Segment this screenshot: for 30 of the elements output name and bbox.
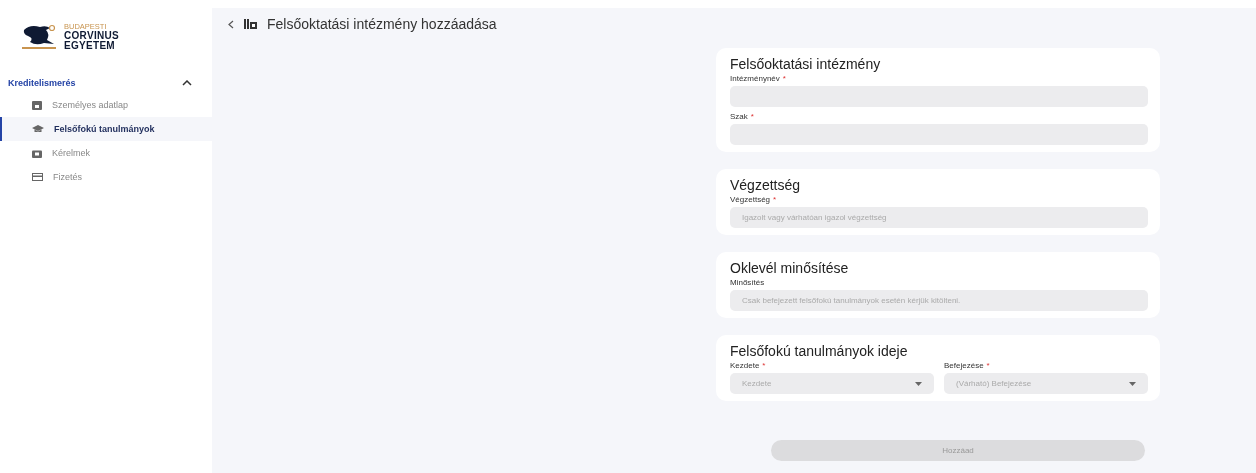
graduation-cap-icon	[32, 125, 44, 133]
logo-text: EGYETEM	[64, 40, 116, 51]
section-title: Oklevél minősítése	[730, 260, 850, 276]
section-title: Felsőoktatási intézmény	[730, 56, 882, 72]
section-title: Felsőfokú tanulmányok ideje	[730, 343, 909, 359]
back-chevron-icon	[228, 19, 234, 29]
field-label: Intézménynév	[730, 75, 780, 83]
field-label: Befejezése	[944, 362, 984, 370]
dropdown-arrow-icon	[1129, 381, 1136, 386]
field-label: Kezdete	[730, 362, 760, 370]
nav-item[interactable]: Felsőfokú tanulmányok	[0, 117, 212, 141]
required-mark: *	[986, 362, 990, 370]
back-button[interactable]	[228, 19, 234, 29]
required-mark: *	[782, 75, 786, 83]
briefcase-icon	[32, 148, 42, 158]
required-mark: *	[762, 362, 766, 370]
logo-text: CORVINUS	[64, 30, 119, 41]
id-card-icon	[32, 100, 42, 110]
page-title: Felsőoktatási intézmény hozzáadása	[267, 16, 497, 32]
section-title: Végzettség	[730, 177, 802, 193]
dropdown-arrow-icon	[915, 381, 922, 386]
required-mark: *	[773, 196, 777, 204]
dropdown-field[interactable]: Kezdete	[730, 373, 934, 394]
credit-card-icon	[32, 173, 43, 181]
field-label: Végzettség	[730, 196, 771, 204]
field-label: Minősítés	[730, 279, 765, 287]
dropdown-field[interactable]: (Várható) Befejezése	[944, 373, 1148, 394]
required-mark: *	[750, 113, 754, 121]
building-icon	[244, 19, 257, 29]
field-label: Szak	[730, 113, 748, 121]
